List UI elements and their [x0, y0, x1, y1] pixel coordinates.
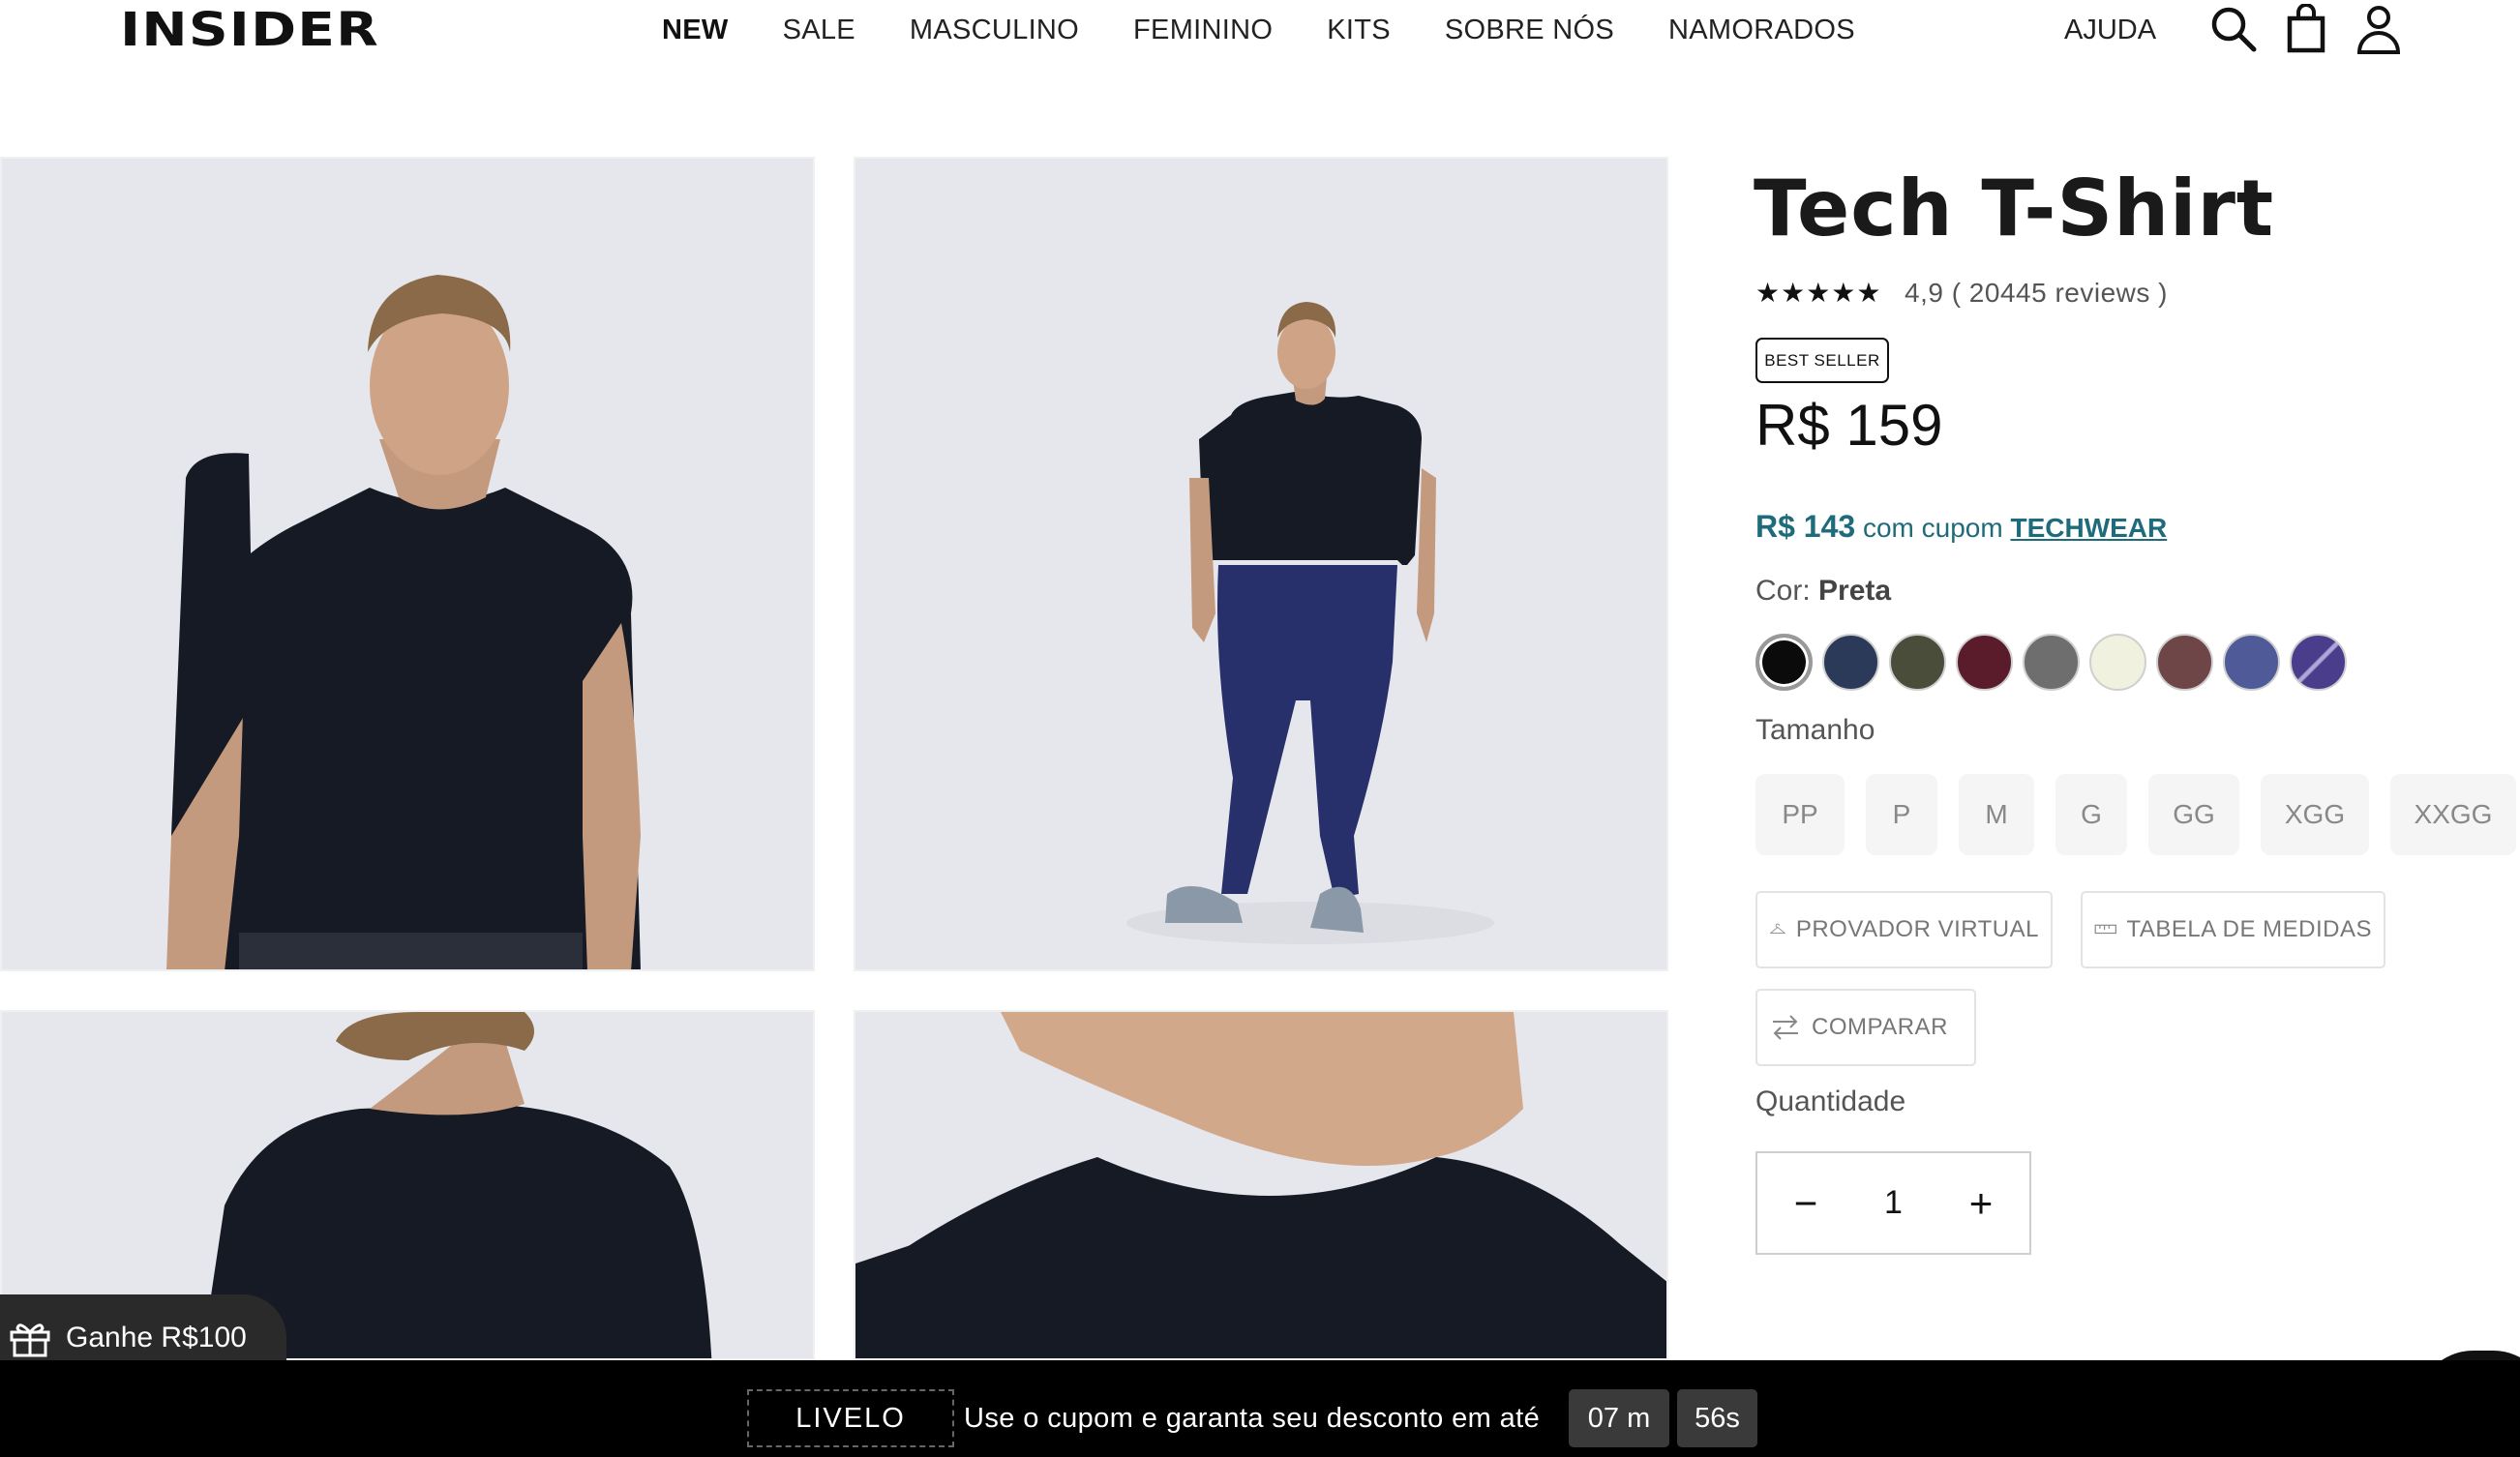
countdown-seconds: 56s [1677, 1389, 1757, 1447]
virtual-fitting-label: PROVADOR VIRTUAL [1795, 916, 2039, 942]
quantity-decrease-button[interactable]: − [1767, 1153, 1845, 1253]
bag-icon[interactable] [2282, 3, 2332, 54]
color-swatch-7[interactable] [2156, 634, 2213, 691]
promo-bar: LIVELO Use o cupom e garanta seu descont… [0, 1360, 2520, 1457]
size-label: Tamanho [1755, 714, 1875, 746]
promo-coupon-code[interactable]: LIVELO [747, 1389, 954, 1447]
color-swatch-5[interactable] [2023, 634, 2080, 691]
best-seller-badge: BEST SELLER [1755, 338, 1889, 383]
size-chart-label: TABELA DE MEDIDAS [2126, 916, 2372, 942]
quantity-value[interactable]: 1 [1854, 1153, 1933, 1253]
nav-item-feminino[interactable]: FEMININO [1133, 12, 1273, 48]
size-option-m[interactable]: M [1959, 774, 2034, 855]
nav-item-new[interactable]: NEW [662, 12, 729, 48]
product-price: R$ 159 [1755, 393, 1943, 458]
size-option-p[interactable]: P [1866, 774, 1937, 855]
countdown-minutes: 07 m [1569, 1389, 1669, 1447]
help-link[interactable]: AJUDA [2064, 12, 2156, 48]
coupon-code-link[interactable]: TECHWEAR [2010, 513, 2167, 543]
main-nav: NEW SALE MASCULINO FEMININO KITS SOBRE N… [662, 12, 1909, 48]
site-header: INSIDER NEW SALE MASCULINO FEMININO KITS… [0, 0, 2520, 60]
color-swatch-4[interactable] [1956, 634, 2013, 691]
color-swatches [1755, 634, 2356, 691]
color-swatch-8[interactable] [2223, 634, 2280, 691]
gift-icon [10, 1323, 50, 1357]
ruler-icon [2094, 924, 2116, 935]
product-image-front[interactable] [0, 157, 815, 971]
color-swatch-1[interactable] [1755, 634, 1813, 691]
color-label-text: Cor: [1755, 575, 1811, 607]
size-option-g[interactable]: G [2055, 774, 2127, 855]
nav-item-sale[interactable]: SALE [783, 12, 855, 48]
search-icon[interactable] [2208, 4, 2259, 54]
product-image-neckline[interactable] [854, 1010, 1668, 1360]
color-label: Cor: Preta [1755, 573, 1891, 610]
brand-logo[interactable]: INSIDER [120, 6, 379, 54]
coupon-offer: R$ 143 com cupom TECHWEAR [1755, 507, 2167, 548]
compare-button[interactable]: COMPARAR [1755, 989, 1976, 1066]
color-swatch-2[interactable] [1822, 634, 1879, 691]
product-image-full-body[interactable] [854, 157, 1668, 971]
quantity-label: Quantidade [1755, 1085, 1906, 1117]
nav-item-masculino[interactable]: MASCULINO [910, 12, 1079, 48]
color-swatch-6[interactable] [2089, 634, 2146, 691]
quantity-increase-button[interactable]: + [1942, 1153, 2020, 1253]
color-swatch-3[interactable] [1889, 634, 1946, 691]
swap-arrows-icon [1773, 1015, 1798, 1040]
user-icon[interactable] [2354, 4, 2404, 54]
nav-item-namorados[interactable]: NAMORADOS [1668, 12, 1855, 48]
gift-label: Ganhe R$100 [66, 1322, 247, 1353]
size-option-gg[interactable]: GG [2148, 774, 2239, 855]
size-option-xxgg[interactable]: XXGG [2390, 774, 2516, 855]
selected-color-name: Preta [1818, 575, 1892, 607]
size-option-pp[interactable]: PP [1755, 774, 1845, 855]
size-option-xgg[interactable]: XGG [2261, 774, 2369, 855]
size-chart-button[interactable]: TABELA DE MEDIDAS [2081, 891, 2385, 968]
compare-label: COMPARAR [1812, 1014, 1948, 1040]
coupon-price: R$ 143 [1755, 509, 1856, 544]
quantity-stepper: − 1 + [1755, 1151, 2031, 1255]
rating-stars: ★★★★★ [1755, 278, 1882, 308]
promo-text: Use o cupom e garanta seu desconto em at… [964, 1403, 1541, 1434]
rating-text[interactable]: 4,9 ( 20445 reviews ) [1905, 277, 2168, 310]
hanger-icon [1769, 923, 1786, 934]
virtual-fitting-button[interactable]: PROVADOR VIRTUAL [1755, 891, 2053, 968]
coupon-text: com cupom [1862, 513, 2003, 543]
nav-item-sobre-nos[interactable]: SOBRE NÓS [1445, 12, 1614, 48]
product-title: Tech T-Shirt [1754, 164, 2275, 253]
size-options: PP P M G GG XGG XXGG [1755, 774, 2520, 855]
nav-item-kits[interactable]: KITS [1327, 12, 1391, 48]
color-swatch-9[interactable] [2290, 634, 2347, 691]
